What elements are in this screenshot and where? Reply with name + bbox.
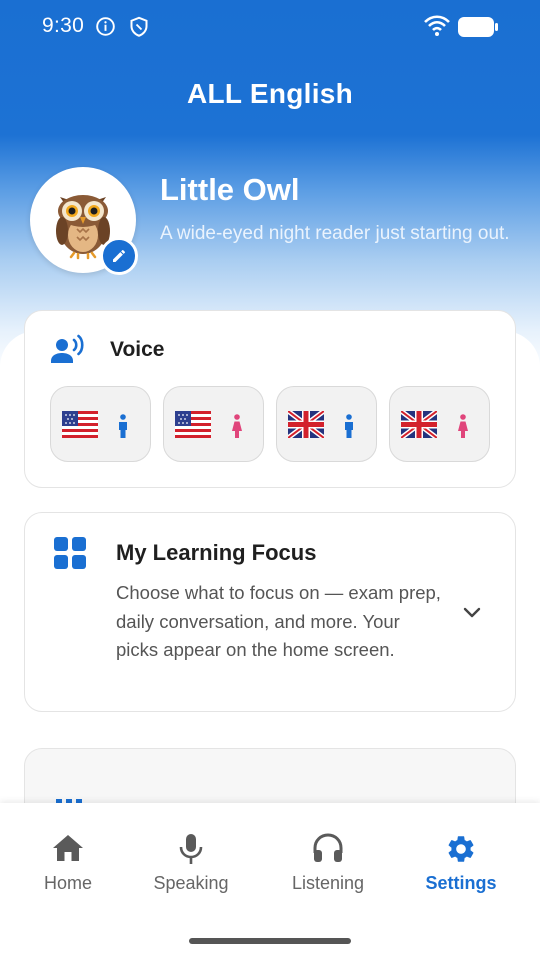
learning-focus-description: Choose what to focus on — exam prep, dai… bbox=[116, 582, 441, 660]
status-time: 9:30 bbox=[42, 14, 85, 37]
male-icon bbox=[345, 414, 353, 438]
voice-option-uk-female[interactable] bbox=[389, 386, 490, 462]
battery-icon bbox=[458, 17, 498, 37]
nav-home-label: Home bbox=[43, 873, 92, 893]
app-title: ALL English bbox=[186, 78, 354, 109]
status-bar: 9:30 bbox=[0, 0, 540, 54]
info-icon bbox=[96, 17, 115, 36]
record-voice-icon bbox=[51, 334, 84, 363]
nav-speaking[interactable] bbox=[136, 803, 246, 913]
male-icon bbox=[119, 414, 127, 438]
learning-focus-title: My Learning Focus bbox=[116, 540, 317, 565]
microphone-icon bbox=[179, 834, 203, 864]
voice-option-uk-male[interactable] bbox=[276, 386, 377, 462]
uk-flag-icon bbox=[288, 411, 324, 438]
profile-description: A wide-eyed night reader just starting o… bbox=[160, 223, 510, 244]
voice-title: Voice bbox=[110, 338, 165, 361]
nav-settings-label: Settings bbox=[425, 873, 497, 893]
uk-flag-icon bbox=[401, 411, 437, 438]
edit-avatar-button[interactable] bbox=[100, 237, 138, 275]
profile-name: Little Owl bbox=[160, 172, 300, 207]
wifi-icon bbox=[424, 15, 450, 36]
nav-home[interactable] bbox=[18, 803, 118, 913]
us-flag-icon bbox=[62, 411, 98, 438]
shield-icon bbox=[130, 16, 148, 37]
us-flag-icon bbox=[175, 411, 211, 438]
pencil-icon bbox=[113, 249, 126, 262]
nav-speaking-label: Speaking bbox=[153, 873, 229, 893]
home-indicator[interactable] bbox=[189, 938, 351, 944]
nav-listening-label: Listening bbox=[291, 873, 365, 893]
voice-option-us-male[interactable] bbox=[50, 386, 151, 462]
chevron-down-icon[interactable] bbox=[462, 603, 482, 623]
dashboard-grid-icon bbox=[54, 537, 86, 569]
nav-settings[interactable] bbox=[411, 803, 511, 913]
female-icon bbox=[232, 414, 242, 438]
headphones-icon bbox=[313, 833, 343, 862]
nav-listening[interactable] bbox=[273, 803, 383, 913]
voice-option-us-female[interactable] bbox=[163, 386, 264, 462]
female-icon bbox=[458, 414, 468, 438]
gear-icon bbox=[448, 836, 474, 862]
home-icon bbox=[53, 835, 83, 861]
